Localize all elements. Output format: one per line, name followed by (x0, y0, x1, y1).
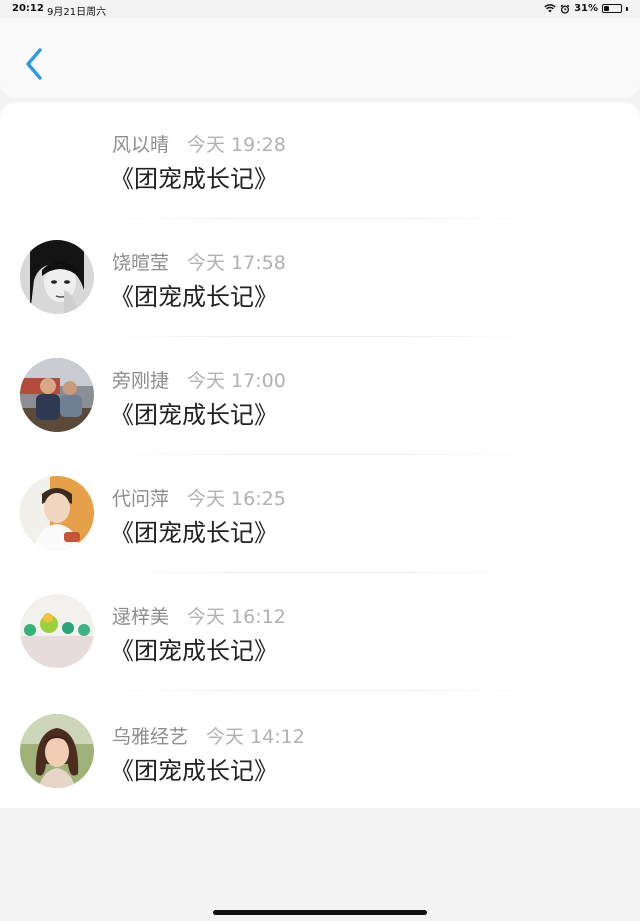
timestamp: 今天 16:12 (187, 606, 286, 628)
book-title[interactable]: 《团宠成长记》 (110, 395, 278, 430)
item-meta: 饶暄莹 今天 17:58 (112, 248, 286, 275)
item-meta: 乌雅经艺 今天 14:12 (112, 722, 305, 749)
status-indicators: 31% (544, 3, 628, 14)
timestamp: 今天 16:25 (187, 488, 286, 510)
divider (110, 218, 530, 219)
list-item[interactable]: 旁刚捷 今天 17:00 《团宠成长记》 (0, 338, 640, 456)
item-meta: 逯梓美 今天 16:12 (112, 602, 286, 629)
timestamp: 今天 17:58 (187, 252, 286, 274)
battery-tip (626, 6, 628, 11)
status-bar: 20:12 9月21日周六 31% (0, 0, 640, 18)
status-date: 9月21日周六 (47, 7, 107, 18)
avatar[interactable] (20, 358, 94, 432)
book-title[interactable]: 《团宠成长记》 (110, 513, 278, 548)
divider (110, 572, 530, 573)
avatar[interactable] (20, 476, 94, 550)
item-meta: 代问萍 今天 16:25 (112, 484, 286, 511)
comment-list: 风以晴 今天 19:28 《团宠成长记》 饶暄莹 今天 17:58 《团宠成长记… (0, 102, 640, 808)
avatar[interactable] (20, 594, 94, 668)
chevron-left-icon (26, 48, 42, 80)
book-title[interactable]: 《团宠成长记》 (110, 751, 278, 786)
bw-portrait-avatar (20, 240, 94, 314)
timestamp: 今天 14:12 (206, 726, 305, 748)
back-button[interactable] (18, 44, 52, 84)
avatar[interactable] (20, 714, 94, 788)
woman-photo-avatar (20, 714, 94, 788)
battery-percent: 31% (574, 3, 598, 14)
user-name: 风以晴 (112, 134, 170, 156)
book-title[interactable]: 《团宠成长记》 (110, 277, 278, 312)
user-name: 代问萍 (112, 488, 170, 510)
divider (110, 690, 530, 691)
battery-level (604, 6, 609, 11)
user-name: 旁刚捷 (112, 370, 170, 392)
avatar[interactable] (20, 240, 94, 314)
user-name: 饶暄莹 (112, 252, 170, 274)
timestamp: 今天 17:00 (187, 370, 286, 392)
book-title[interactable]: 《团宠成长记》 (110, 631, 278, 666)
home-indicator[interactable] (213, 910, 427, 915)
wifi-icon (544, 4, 556, 13)
outdoor-photo-avatar (20, 358, 94, 432)
status-time: 20:12 (12, 3, 44, 14)
list-item[interactable]: 代问萍 今天 16:25 《团宠成长记》 (0, 456, 640, 574)
book-title[interactable]: 《团宠成长记》 (110, 159, 278, 194)
young-man-photo-avatar (20, 476, 94, 550)
divider (110, 454, 530, 455)
user-name: 逯梓美 (112, 606, 170, 628)
item-meta: 风以晴 今天 19:28 (112, 130, 286, 157)
alarm-clock-icon (560, 4, 570, 14)
green-toys-photo-avatar (20, 594, 94, 668)
list-item[interactable]: 逯梓美 今天 16:12 《团宠成长记》 (0, 574, 640, 692)
user-name: 乌雅经艺 (112, 726, 189, 748)
list-item[interactable]: 乌雅经艺 今天 14:12 《团宠成长记》 (0, 692, 640, 810)
navigation-bar (0, 18, 640, 98)
timestamp: 今天 19:28 (187, 134, 286, 156)
battery-icon (602, 4, 622, 13)
item-meta: 旁刚捷 今天 17:00 (112, 366, 286, 393)
list-item[interactable]: 风以晴 今天 19:28 《团宠成长记》 (0, 102, 640, 220)
list-item[interactable]: 饶暄莹 今天 17:58 《团宠成长记》 (0, 220, 640, 338)
divider (110, 336, 530, 337)
